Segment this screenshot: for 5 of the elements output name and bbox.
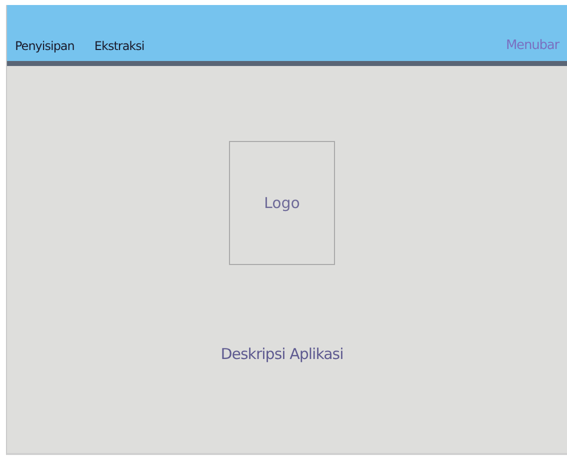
menu-item[interactable]: Penyisipan (15, 39, 74, 53)
app-description: Deskripsi Aplikasi (220, 345, 344, 363)
menubar-label: Menubar (506, 38, 559, 53)
logo-label: Logo (264, 194, 300, 212)
menu-item[interactable]: Ekstraksi (94, 39, 144, 53)
